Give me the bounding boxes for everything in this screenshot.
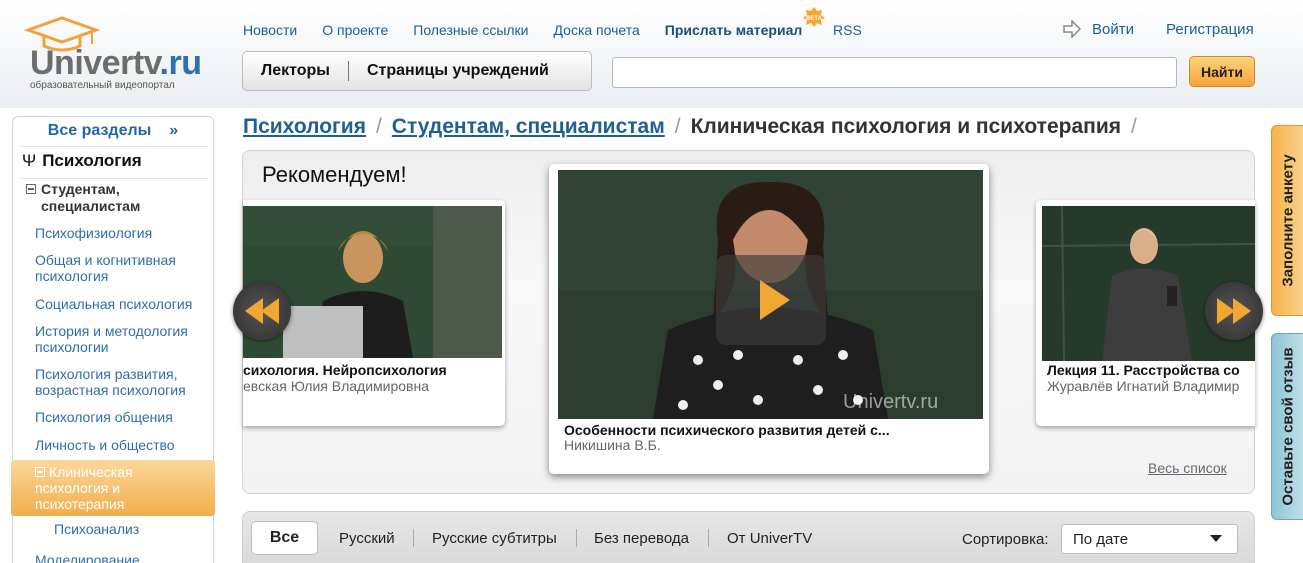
nav-send-material[interactable]: Прислать материал [665,20,802,40]
sidebar-item-clinical[interactable]: Клиническая психология и психотерапия [35,464,205,512]
collapse-icon [26,184,36,194]
login-arrow-icon [1063,20,1082,38]
sidebar-item-social-psychology[interactable]: Социальная психология [35,296,210,312]
sidebar-item-history-methodology[interactable]: История и методология психологии [35,323,210,355]
filter-divider [413,529,414,547]
video-title[interactable]: сихология. Нейропсихология [243,362,498,378]
survey-side-tab-label: Заполните анкету [1279,154,1297,287]
carousel-heading: Рекомендуем! [262,162,407,187]
site-logo[interactable]: Univertv.ru образовательный видеопортал [12,14,222,98]
login-link[interactable]: Войти [1062,20,1134,38]
filter-divider [576,529,577,547]
sidebar-subcategory[interactable]: Студентам, специалистам [26,181,206,215]
video-author[interactable]: Журавлёв Игнатий Владимир [1047,378,1255,394]
survey-side-tab[interactable]: Заполните анкету [1271,125,1303,316]
video-card-featured[interactable]: Univertv.ru Особенности психического раз… [549,164,989,474]
psi-icon: Ψ [22,151,37,170]
breadcrumb-separator: / [1131,115,1137,138]
sidebar-item-psychoanalysis[interactable]: Психоанализ [54,521,229,537]
filter-from-univertv[interactable]: От UniverTV [727,530,812,547]
sidebar-divider [20,146,208,147]
carousel-prev-button[interactable] [233,282,291,340]
sidebar-item-clinical-label: Клиническая психология и психотерапия [35,464,133,512]
filter-divider [708,529,709,547]
beta-badge-icon: BETA [803,7,825,27]
search-input[interactable] [612,57,1177,88]
feedback-side-tab-label: Оставьте свой отзыв [1279,347,1297,506]
fast-forward-icon [1217,298,1251,324]
sidebar-item-modeling[interactable]: Моделирование [35,552,210,563]
breadcrumb: Психология / Студентам, специалистам / К… [243,115,1137,139]
sidebar-category[interactable]: Ψ Психология [22,151,142,171]
svg-text:Univertv.ru: Univertv.ru [843,391,938,413]
sidebar-subcategory-label: Студентам, специалистам [41,181,141,214]
section-tabs: Лекторы Страницы учреждений [242,51,592,91]
all-sections-link[interactable]: Все разделы » [12,116,214,146]
nav-news[interactable]: Новости [243,20,297,40]
sidebar-item-personality-society[interactable]: Личность и общество [35,437,210,453]
sort-selected-value: По дате [1073,530,1129,548]
nav-rss[interactable]: RSS [833,20,862,40]
carousel-next-button[interactable] [1205,282,1263,340]
breadcrumb-current: Клиническая психология и психотерапия [690,115,1121,138]
video-thumbnail[interactable]: Univertv.ru [558,170,983,419]
logo-wordmark: Univertv.ru [30,44,202,82]
feedback-side-tab[interactable]: Оставьте свой отзыв [1271,333,1303,520]
filter-russian[interactable]: Русский [339,530,395,547]
sort-label: Сортировка: [962,531,1049,548]
all-list-link[interactable]: Весь список [1148,460,1227,476]
breadcrumb-separator: / [674,115,681,138]
login-label: Войти [1092,20,1134,38]
rewind-icon [245,298,279,324]
top-navigation: Новости О проекте Полезные ссылки Доска … [243,20,806,40]
all-sections-label: Все разделы [47,122,152,139]
video-author[interactable]: евская Юлия Владимировна [243,378,498,394]
nav-honor-board[interactable]: Доска почета [554,20,640,40]
sidebar-item-communication-psychology[interactable]: Психология общения [35,409,210,425]
sidebar-item-general-psychology[interactable]: Общая и когнитивная психология [35,252,210,284]
filter-all[interactable]: Все [251,521,318,555]
chevron-right-icon: » [169,122,179,139]
register-link[interactable]: Регистрация [1166,21,1254,38]
sidebar-divider [20,178,208,179]
filter-russian-subtitles[interactable]: Русские субтитры [432,530,557,547]
breadcrumb-students[interactable]: Студентам, специалистам [392,115,665,139]
svg-text:BETA: BETA [806,16,823,22]
video-author[interactable]: Никишина В.Б. [564,437,984,453]
breadcrumb-separator: / [375,115,382,138]
lecturer-featured-image: Univertv.ru [558,170,983,419]
sidebar-item-psychophysiology[interactable]: Психофизиология [35,225,210,241]
video-title[interactable]: Особенности психического развития детей … [564,422,984,438]
video-title[interactable]: Лекция 11. Расстройства со [1047,362,1255,378]
tab-institutions[interactable]: Страницы учреждений [349,52,567,90]
nav-links[interactable]: Полезные ссылки [413,20,528,40]
logo-tagline: образовательный видеопортал [30,80,175,91]
nav-about[interactable]: О проекте [322,20,388,40]
tab-lecturers[interactable]: Лекторы [243,52,348,90]
breadcrumb-psychology[interactable]: Психология [243,115,366,139]
search-button[interactable]: Найти [1189,56,1255,87]
filter-no-translation[interactable]: Без перевода [594,530,689,547]
chevron-down-icon [1210,535,1222,542]
sidebar-category-label: Психология [42,151,142,170]
sidebar-item-developmental-psychology[interactable]: Психология развития, возрастная психолог… [35,366,205,398]
collapse-icon [35,467,45,477]
